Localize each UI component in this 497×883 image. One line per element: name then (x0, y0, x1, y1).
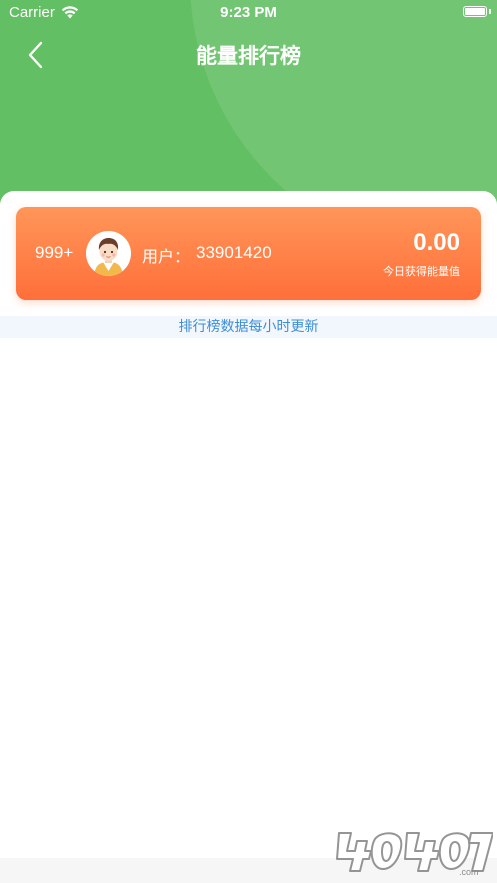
user-avatar-icon (86, 231, 131, 276)
battery-level (465, 8, 485, 15)
update-note: 排行榜数据每小时更新 (0, 316, 497, 338)
page-title: 能量排行榜 (196, 44, 301, 68)
user-id: 33901420 (196, 243, 272, 262)
rank-number: 999+ (35, 243, 74, 262)
avatar (86, 231, 131, 276)
user-label: 用户： (142, 247, 191, 266)
my-rank-card: 999+ 用户： 33901420 0.00 今日获得能量值 (16, 207, 481, 300)
watermark-suffix: .com (459, 867, 479, 877)
status-time: 9:23 PM (220, 4, 277, 21)
watermark-logo: .com (333, 825, 494, 877)
header-decor-circle (190, 0, 497, 215)
ranking-list[interactable] (0, 338, 497, 858)
status-bar: Carrier 9:23 PM (0, 0, 497, 26)
battery-cap (489, 9, 491, 14)
user-info: 用户： 33901420 (142, 243, 272, 267)
battery-icon (463, 6, 487, 17)
energy-value: 0.00 (413, 229, 460, 256)
energy-caption: 今日获得能量值 (383, 265, 460, 278)
header-background (0, 0, 497, 215)
watermark-logo-graphic: .com (336, 832, 494, 877)
screen: Carrier 9:23 PM 能量排行榜 999+ 用户： 33901420 … (0, 0, 497, 883)
